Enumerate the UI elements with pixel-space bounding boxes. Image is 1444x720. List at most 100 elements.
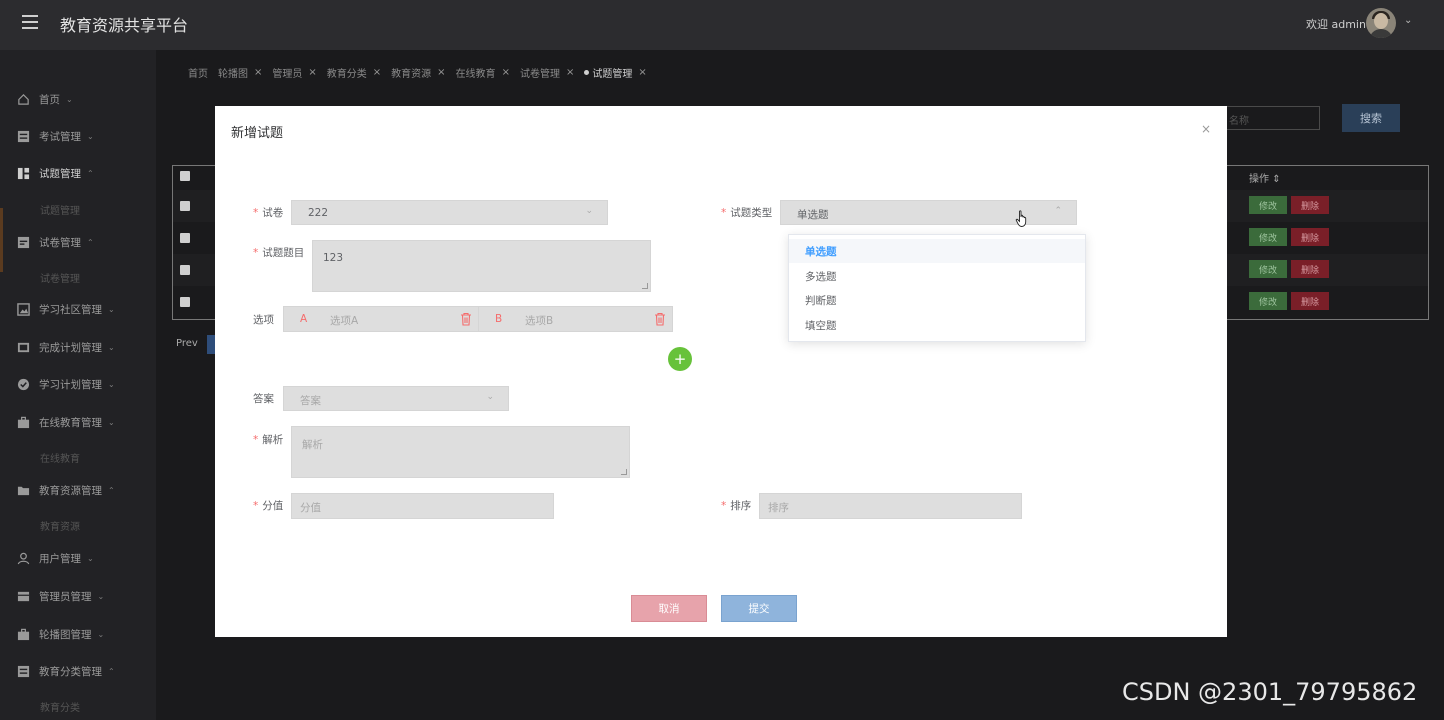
sidebar-item-admins[interactable]: 管理员管理 ⌄ [0, 585, 156, 607]
close-icon[interactable]: × [254, 67, 262, 78]
tab-label: 管理员 [272, 68, 303, 80]
sort-input[interactable]: 排序 [759, 493, 1022, 519]
sidebar-item-users[interactable]: 用户管理 ⌄ [0, 547, 156, 569]
close-icon[interactable]: × [566, 67, 574, 78]
sort-placeholder: 排序 [768, 502, 789, 514]
sidebar: 首页 ⌄ 考试管理 ⌄ 试题管理 ⌃ 试题管理 试卷管理 ⌃ 试卷管理 学习社区管理 ⌄ … [0, 50, 156, 720]
sidebar-subitem-categories[interactable]: 教育分类 [40, 699, 80, 714]
sidebar-subitem-online-edu[interactable]: 在线教育 [40, 450, 80, 465]
pagination-current-page[interactable] [207, 335, 215, 354]
option-b-input[interactable]: 选项B [525, 313, 553, 328]
edit-button[interactable]: 修改 [1249, 196, 1287, 214]
sort-label: * 排序 [721, 500, 752, 512]
tab-questions[interactable]: 试题管理 × [584, 65, 647, 80]
dropdown-option-fill[interactable]: 填空题 [789, 313, 1085, 337]
answer-select[interactable]: 答案 ⌄ [283, 386, 509, 411]
briefcase-icon [16, 415, 30, 429]
search-button[interactable]: 搜索 [1342, 104, 1400, 132]
list-icon [16, 235, 30, 249]
hamburger-menu-icon[interactable] [22, 15, 38, 29]
add-option-button[interactable]: + [668, 347, 692, 371]
sidebar-item-community[interactable]: 学习社区管理 ⌄ [0, 298, 156, 320]
sidebar-item-complete-plan[interactable]: 完成计划管理 ⌄ [0, 336, 156, 358]
trash-icon[interactable] [654, 312, 666, 326]
select-all-checkbox[interactable] [180, 171, 190, 181]
tab-categories[interactable]: 教育分类 × [327, 65, 381, 80]
analysis-textarea[interactable]: 解析 [291, 426, 630, 478]
sidebar-subitem-resources[interactable]: 教育资源 [40, 518, 80, 533]
edit-button[interactable]: 修改 [1249, 228, 1287, 246]
close-icon[interactable]: × [502, 67, 510, 78]
analysis-placeholder: 解析 [302, 439, 323, 451]
sidebar-item-label: 教育资源管理 [39, 484, 102, 497]
trash-icon[interactable] [460, 312, 472, 326]
paper-select[interactable]: 222 ⌄ [291, 200, 608, 225]
close-icon[interactable]: × [638, 67, 646, 78]
resize-handle-icon[interactable] [621, 469, 627, 475]
delete-button[interactable]: 删除 [1291, 260, 1329, 278]
sidebar-item-label: 学习计划管理 [39, 378, 102, 391]
chevron-down-icon: ⌄ [97, 591, 105, 601]
search-input[interactable]: 名称 [1222, 106, 1320, 130]
avatar[interactable] [1366, 8, 1396, 38]
dropdown-option-judge[interactable]: 判断题 [789, 288, 1085, 312]
tab-resources[interactable]: 教育资源 × [391, 65, 445, 80]
cancel-button[interactable]: 取消 [631, 595, 707, 622]
tab-home[interactable]: 首页 [188, 65, 208, 80]
paper-label: * 试卷 [253, 207, 284, 219]
close-icon[interactable]: × [308, 67, 316, 78]
op-column-header[interactable]: 操作 ⇕ [1249, 170, 1281, 185]
close-icon[interactable]: × [437, 67, 445, 78]
check-circle-icon [16, 377, 30, 391]
sidebar-item-categories[interactable]: 教育分类管理 ⌃ [0, 660, 156, 682]
question-textarea[interactable]: 123 [312, 240, 651, 292]
chevron-up-icon: ⌃ [1054, 206, 1062, 216]
delete-button[interactable]: 删除 [1291, 292, 1329, 310]
row-checkbox[interactable] [180, 297, 190, 307]
close-icon[interactable]: × [373, 67, 381, 78]
option-a-input[interactable]: 选项A [330, 313, 358, 328]
sidebar-item-exam[interactable]: 考试管理 ⌄ [0, 125, 156, 147]
sidebar-subitem-papers[interactable]: 试卷管理 [40, 270, 80, 285]
close-icon[interactable]: × [1201, 122, 1211, 136]
tab-online-edu[interactable]: 在线教育 × [456, 65, 510, 80]
edit-button[interactable]: 修改 [1249, 292, 1287, 310]
options-label: 选项 [253, 314, 274, 326]
sidebar-item-resources[interactable]: 教育资源管理 ⌃ [0, 479, 156, 501]
option-a-row: A 选项A [283, 306, 479, 332]
plus-icon: + [673, 349, 687, 368]
row-checkbox[interactable] [180, 233, 190, 243]
sidebar-item-online-edu[interactable]: 在线教育管理 ⌄ [0, 411, 156, 433]
edit-button[interactable]: 修改 [1249, 260, 1287, 278]
chevron-up-icon: ⌃ [108, 485, 115, 495]
submit-button[interactable]: 提交 [721, 595, 797, 622]
delete-button[interactable]: 删除 [1291, 228, 1329, 246]
row-checkbox[interactable] [180, 201, 190, 211]
chevron-down-icon[interactable]: ⌄ [1404, 15, 1412, 26]
op-header-label: 操作 [1249, 174, 1269, 185]
app-title: 教育资源共享平台 [60, 16, 189, 35]
sidebar-subitem-questions[interactable]: 试题管理 [40, 202, 80, 217]
score-input[interactable]: 分值 [291, 493, 554, 519]
resize-handle-icon[interactable] [642, 283, 648, 289]
chevron-down-icon: ⌄ [108, 379, 115, 389]
book-icon [16, 340, 30, 354]
chevron-down-icon: ⌄ [97, 629, 105, 639]
sidebar-item-home[interactable]: 首页 ⌄ [0, 88, 156, 110]
delete-button[interactable]: 删除 [1291, 196, 1329, 214]
question-text-label: * 试题题目 [253, 247, 305, 259]
tab-papers[interactable]: 试卷管理 × [520, 65, 574, 80]
pagination-prev[interactable]: Prev [176, 338, 198, 349]
sidebar-item-questions[interactable]: 试题管理 ⌃ [0, 162, 156, 184]
tab-carousel[interactable]: 轮播图 × [218, 65, 262, 80]
paper-select-value: 222 [308, 207, 329, 219]
tab-admins[interactable]: 管理员 × [272, 65, 316, 80]
dropdown-option-single[interactable]: 单选题 [789, 239, 1085, 263]
row-checkbox[interactable] [180, 265, 190, 275]
sidebar-item-papers[interactable]: 试卷管理 ⌃ [0, 231, 156, 253]
question-type-select-value: 单选题 [797, 209, 829, 221]
sidebar-item-study-plan[interactable]: 学习计划管理 ⌄ [0, 373, 156, 395]
dropdown-option-multiple[interactable]: 多选题 [789, 264, 1085, 288]
question-type-select[interactable]: 单选题 ⌃ [780, 200, 1077, 225]
sidebar-item-carousel[interactable]: 轮播图管理 ⌄ [0, 623, 156, 645]
